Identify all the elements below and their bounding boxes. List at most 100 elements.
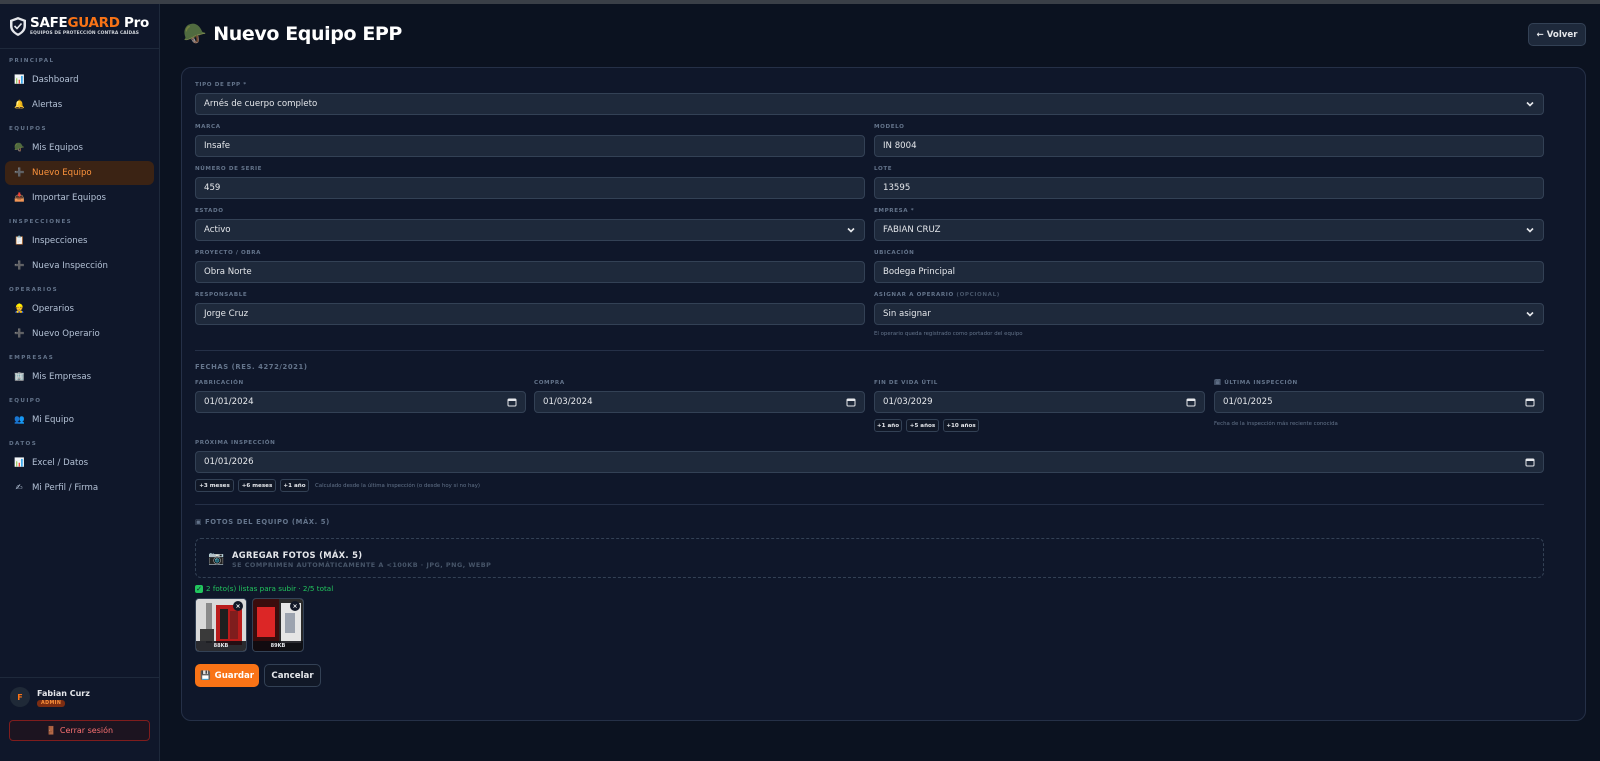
photos-ready-status: ✓ 2 foto(s) listas para subir · 2/5 tota… bbox=[195, 584, 333, 593]
calendar-icon[interactable] bbox=[1525, 397, 1535, 407]
responsable-input[interactable]: Jorge Cruz bbox=[195, 303, 865, 325]
nav-item-icon: 🏢 bbox=[14, 372, 25, 382]
remove-photo-button[interactable]: × bbox=[233, 601, 243, 611]
tipo-select[interactable]: Arnés de cuerpo completo bbox=[195, 93, 1544, 115]
sidebar-item-importar-equipos[interactable]: 📥 Importar Equipos bbox=[5, 186, 154, 210]
brand-logo[interactable]: SAFEGUARD Pro EQUIPOS DE PROTECCIÓN CONT… bbox=[0, 4, 159, 49]
proxima-label: PRÓXIMA INSPECCIÓN bbox=[195, 440, 276, 446]
nav-item-label: Excel / Datos bbox=[32, 458, 89, 468]
nav-item-icon: 🪖 bbox=[14, 143, 25, 153]
marca-input[interactable]: Insafe bbox=[195, 135, 865, 157]
page-title: 🪖 Nuevo Equipo EPP bbox=[183, 22, 402, 46]
save-button[interactable]: 💾 Guardar bbox=[195, 664, 259, 687]
upload-title: AGREGAR FOTOS (MÁX. 5) bbox=[232, 550, 363, 560]
lote-label: LOTE bbox=[874, 166, 893, 172]
fabricacion-value: 01/01/2024 bbox=[204, 397, 254, 407]
save-label: Guardar bbox=[214, 670, 255, 681]
marca-label: MARCA bbox=[195, 124, 221, 130]
sidebar-item-nuevo-equipo[interactable]: ➕ Nuevo Equipo bbox=[5, 161, 154, 185]
logout-label: Cerrar sesión bbox=[59, 726, 114, 735]
photo-size: 88KB bbox=[196, 641, 246, 651]
proyecto-label: PROYECTO / OBRA bbox=[195, 250, 262, 256]
nav-section-title: OPERARIOS bbox=[9, 287, 59, 293]
brand-name: SAFEGUARD Pro bbox=[30, 14, 149, 31]
nav-item-label: Dashboard bbox=[32, 75, 79, 85]
fabricacion-date-input[interactable]: 01/01/2024 bbox=[195, 391, 526, 413]
compra-value: 01/03/2024 bbox=[543, 397, 593, 407]
chevron-down-icon bbox=[1526, 101, 1534, 107]
ultima-date-input[interactable]: 01/01/2025 bbox=[1214, 391, 1544, 413]
chevron-down-icon bbox=[1526, 311, 1534, 317]
serie-value: 459 bbox=[204, 183, 221, 193]
helmet-icon: 🪖 bbox=[183, 23, 207, 45]
photo-thumbnail[interactable]: × 89KB bbox=[252, 598, 304, 652]
fabricacion-label: FABRICACIÓN bbox=[195, 380, 244, 386]
sidebar-item-dashboard[interactable]: 📊 Dashboard bbox=[5, 68, 154, 92]
nav-item-label: Nuevo Equipo bbox=[32, 168, 92, 178]
fin-vida-plus-5-years-button[interactable]: +5 años bbox=[906, 419, 939, 432]
sidebar-item-mi-equipo[interactable]: 👥 Mi Equipo bbox=[5, 408, 154, 432]
nav-item-icon: 👥 bbox=[14, 415, 25, 425]
shield-icon bbox=[10, 16, 27, 36]
brand-tagline: EQUIPOS DE PROTECCIÓN CONTRA CAÍDAS bbox=[30, 30, 140, 36]
check-icon: ✓ bbox=[195, 584, 203, 593]
lote-value: 13595 bbox=[883, 183, 911, 193]
empresa-select[interactable]: FABIAN CRUZ bbox=[874, 219, 1544, 241]
sidebar-item-alertas[interactable]: 🔔 Alertas bbox=[5, 93, 154, 117]
lote-input[interactable]: 13595 bbox=[874, 177, 1544, 199]
photo-thumbnail[interactable]: × 88KB bbox=[195, 598, 247, 652]
ubicacion-value: Bodega Principal bbox=[883, 267, 955, 277]
calendar-icon[interactable] bbox=[1525, 457, 1535, 467]
compra-date-input[interactable]: 01/03/2024 bbox=[534, 391, 865, 413]
proyecto-input[interactable]: Obra Norte bbox=[195, 261, 865, 283]
divider bbox=[195, 350, 1544, 351]
operario-optional-tag: (OPCIONAL) bbox=[956, 292, 1000, 298]
proyecto-value: Obra Norte bbox=[204, 267, 252, 277]
modelo-input[interactable]: IN 8004 bbox=[874, 135, 1544, 157]
operario-label-text: ASIGNAR A OPERARIO bbox=[874, 292, 954, 298]
photo-upload-dropzone[interactable]: 📷 AGREGAR FOTOS (MÁX. 5) SE COMPRIMEN AU… bbox=[195, 538, 1544, 578]
remove-photo-button[interactable]: × bbox=[290, 601, 300, 611]
sidebar-item-inspecciones[interactable]: 📋 Inspecciones bbox=[5, 229, 154, 253]
ultima-hint: Fecha de la inspección más reciente cono… bbox=[1214, 421, 1338, 427]
ubicacion-input[interactable]: Bodega Principal bbox=[874, 261, 1544, 283]
serie-input[interactable]: 459 bbox=[195, 177, 865, 199]
fin-vida-date-input[interactable]: 01/03/2029 bbox=[874, 391, 1205, 413]
nav-item-icon: 📊 bbox=[14, 458, 25, 468]
operario-value: Sin asignar bbox=[883, 309, 931, 319]
sidebar-item-mis-empresas[interactable]: 🏢 Mis Empresas bbox=[5, 365, 154, 389]
sidebar-item-excel-datos[interactable]: 📊 Excel / Datos bbox=[5, 451, 154, 475]
avatar[interactable]: F bbox=[10, 687, 30, 707]
back-button[interactable]: ← Volver bbox=[1528, 23, 1586, 46]
logout-button[interactable]: 🚪 Cerrar sesión bbox=[9, 720, 150, 741]
ultima-label-text: ÚLTIMA INSPECCIÓN bbox=[1224, 380, 1298, 386]
sidebar-item-operarios[interactable]: 👷 Operarios bbox=[5, 297, 154, 321]
main-content: 🪖 Nuevo Equipo EPP ← Volver TIPO DE EPP … bbox=[161, 4, 1600, 761]
fin-vida-value: 01/03/2029 bbox=[883, 397, 933, 407]
nav-item-label: Nuevo Operario bbox=[32, 329, 100, 339]
proxima-plus-1-year-button[interactable]: +1 año bbox=[280, 479, 309, 492]
nav-item-label: Operarios bbox=[32, 304, 74, 314]
proxima-plus-6-months-button[interactable]: +6 meses bbox=[238, 479, 276, 492]
calendar-icon[interactable] bbox=[846, 397, 856, 407]
sidebar-item-nueva-inspeccion[interactable]: ➕ Nueva Inspección bbox=[5, 254, 154, 278]
fin-vida-label: FIN DE VIDA ÚTIL bbox=[874, 380, 938, 386]
estado-select[interactable]: Activo bbox=[195, 219, 865, 241]
proxima-plus-3-months-button[interactable]: +3 meses bbox=[195, 479, 234, 492]
sidebar-item-mis-equipos[interactable]: 🪖 Mis Equipos bbox=[5, 136, 154, 160]
nav-item-label: Mi Perfil / Firma bbox=[32, 483, 99, 493]
calendar-icon[interactable] bbox=[507, 397, 517, 407]
proxima-date-input[interactable]: 01/01/2026 bbox=[195, 451, 1544, 473]
cancel-button[interactable]: Cancelar bbox=[264, 664, 321, 687]
calendar-icon[interactable] bbox=[1186, 397, 1196, 407]
ubicacion-label: UBICACIÓN bbox=[874, 250, 915, 256]
folder-icon: ▣ bbox=[195, 518, 203, 526]
fin-vida-plus-1-year-button[interactable]: +1 año bbox=[874, 419, 902, 432]
sidebar-item-nuevo-operario[interactable]: ➕ Nuevo Operario bbox=[5, 322, 154, 346]
nav-item-icon: 📊 bbox=[14, 75, 25, 85]
nav-item-icon: ✍ bbox=[15, 483, 23, 493]
operario-select[interactable]: Sin asignar bbox=[874, 303, 1544, 325]
proxima-value: 01/01/2026 bbox=[204, 457, 254, 467]
fin-vida-plus-10-years-button[interactable]: +10 años bbox=[943, 419, 979, 432]
sidebar-item-mi-perfil-firma[interactable]: ✍ Mi Perfil / Firma bbox=[5, 476, 154, 500]
